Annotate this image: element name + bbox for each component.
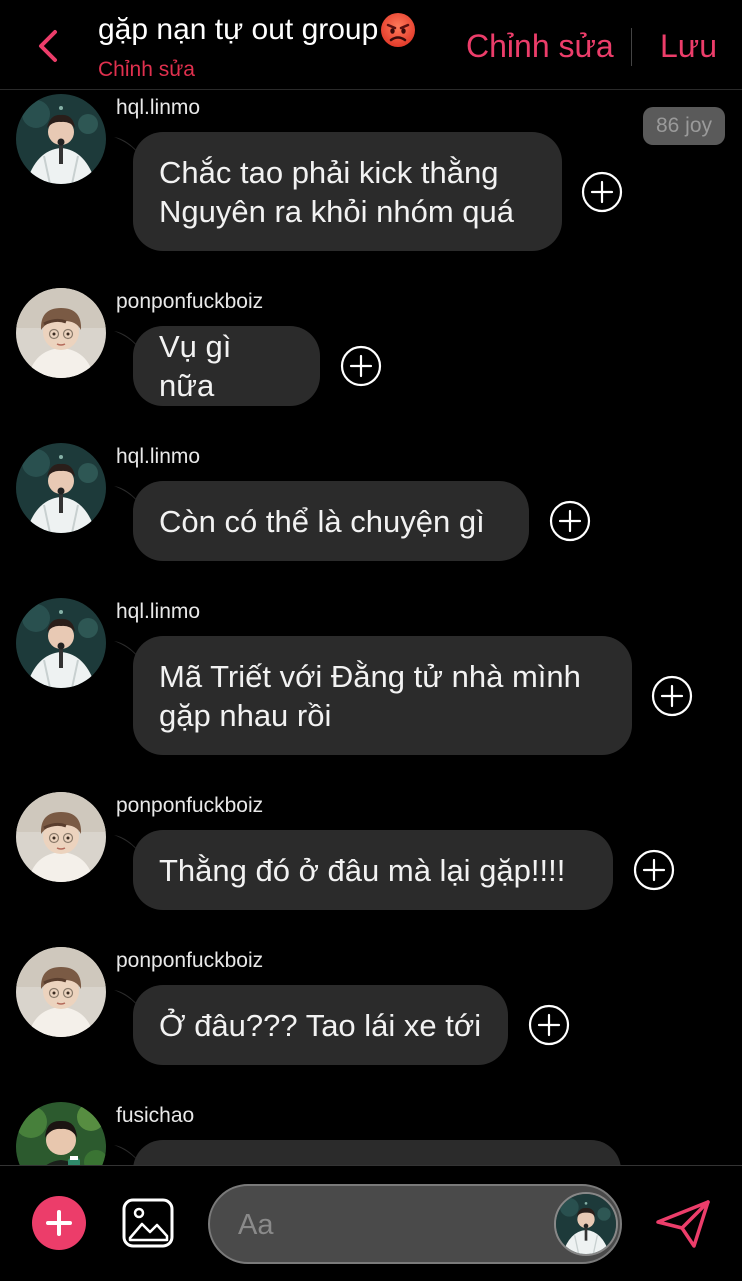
avatar[interactable] bbox=[16, 443, 106, 533]
save-button[interactable]: Lưu bbox=[660, 28, 717, 65]
message-bubble[interactable]: Ở đâu??? Tao lái xe tới bbox=[133, 985, 508, 1065]
add-button[interactable] bbox=[32, 1196, 86, 1250]
chat-header: gặp nạn tự out group Chỉnh sửa Chỉnh sửa… bbox=[0, 0, 742, 90]
composer-bar bbox=[0, 1165, 742, 1281]
chat-title: gặp nạn tự out group bbox=[98, 12, 416, 48]
message-username: hql.linmo bbox=[116, 600, 201, 623]
avatar[interactable] bbox=[16, 598, 106, 688]
message-bubble[interactable]: Còn có thể là chuyện gì bbox=[133, 481, 529, 561]
message-username: hql.linmo bbox=[116, 445, 201, 468]
message-input[interactable] bbox=[238, 1204, 538, 1246]
message-username: hql.linmo bbox=[116, 96, 201, 119]
avatar[interactable] bbox=[16, 94, 106, 184]
avatar[interactable] bbox=[16, 947, 106, 1037]
message-username: ponponfuckboiz bbox=[116, 290, 264, 313]
joy-badge: 86 joy bbox=[643, 107, 725, 145]
back-button[interactable] bbox=[28, 24, 68, 68]
message-username: ponponfuckboiz bbox=[116, 794, 264, 817]
image-icon[interactable] bbox=[122, 1198, 174, 1248]
add-reaction-icon[interactable] bbox=[633, 849, 675, 891]
add-reaction-icon[interactable] bbox=[340, 345, 382, 387]
chat-title-text: gặp nạn tự out group bbox=[98, 13, 379, 46]
message-bubble[interactable] bbox=[133, 1140, 621, 1165]
header-divider bbox=[631, 28, 632, 66]
message-username: ponponfuckboiz bbox=[116, 949, 264, 972]
message-bubble[interactable]: Chắc tao phải kick thằng Nguyên ra khỏi … bbox=[133, 132, 562, 251]
composer-avatar[interactable] bbox=[554, 1192, 618, 1256]
add-reaction-icon[interactable] bbox=[549, 500, 591, 542]
message-list[interactable]: 86 joy hql.linmo Chắc tao phải kick thằn… bbox=[0, 91, 742, 1165]
add-reaction-icon[interactable] bbox=[651, 675, 693, 717]
message-username: fusichao bbox=[116, 1104, 195, 1127]
send-icon[interactable] bbox=[654, 1198, 712, 1250]
angry-face-emoji-icon bbox=[381, 13, 416, 47]
avatar[interactable] bbox=[16, 1102, 106, 1165]
chevron-left-icon bbox=[39, 30, 57, 62]
message-bubble[interactable]: Mã Triết với Đằng tử nhà mình gặp nhau r… bbox=[133, 636, 632, 755]
avatar[interactable] bbox=[16, 288, 106, 378]
message-input-wrapper[interactable] bbox=[208, 1184, 622, 1264]
chat-subtitle: Chỉnh sửa bbox=[98, 58, 195, 81]
add-reaction-icon[interactable] bbox=[528, 1004, 570, 1046]
add-reaction-icon[interactable] bbox=[581, 171, 623, 213]
avatar[interactable] bbox=[16, 792, 106, 882]
edit-button[interactable]: Chỉnh sửa bbox=[466, 28, 614, 65]
message-bubble[interactable]: Thằng đó ở đâu mà lại gặp!!!! bbox=[133, 830, 613, 910]
message-bubble[interactable]: Vụ gì nữa bbox=[133, 326, 320, 406]
plus-icon bbox=[46, 1210, 72, 1236]
